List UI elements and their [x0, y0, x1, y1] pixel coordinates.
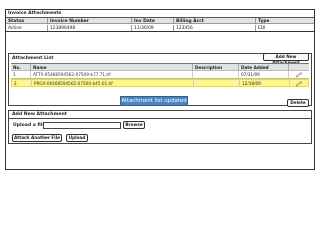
column-actions: [289, 64, 309, 70]
attachment-name-link[interactable]: PRGX-06468594562-07500-$45.01.tif: [32, 80, 194, 86]
billing-acct-value: 123456: [174, 25, 256, 31]
invoice-header-columns: Status Invoice Number Inv Date Billing A…: [6, 17, 314, 24]
table-row-selected[interactable]: 2 PRGX-06468594562-07500-$45.01.tif 12/1…: [11, 79, 309, 87]
edit-attachment-button[interactable]: [290, 80, 308, 87]
row-no: 2: [12, 80, 32, 86]
attachment-list-title: Attachment List: [12, 56, 54, 61]
browse-button[interactable]: Browse: [123, 121, 145, 129]
attachment-list-updated-toast: Attachment list updated: [120, 96, 188, 106]
status-value: Active: [6, 25, 48, 31]
invoice-number-value: 123896498: [48, 25, 132, 31]
row-date-added: 07/31/09: [239, 71, 289, 78]
edit-attachment-button[interactable]: [289, 71, 309, 78]
window-title: Invoice Attachments: [8, 11, 62, 16]
column-inv-date: Inv Date: [132, 18, 174, 24]
table-row[interactable]: 1 ATTX-05468594562-07509-$77.71.tif 07/3…: [11, 71, 309, 79]
invoice-header-values: Active 123896498 11/30/09 123456 EDI: [6, 25, 314, 32]
attachment-name-link[interactable]: ATTX-05468594562-07509-$77.71.tif: [31, 71, 193, 78]
column-description: Description: [193, 64, 239, 70]
row-description: [194, 80, 240, 86]
column-billing-acct: Billing Acct: [174, 18, 256, 24]
type-value: EDI: [258, 26, 266, 31]
column-date-added: Date Added: [239, 64, 289, 70]
column-status: Status: [6, 18, 48, 24]
invoice-attachments-window: Invoice Attachments Status Invoice Numbe…: [5, 9, 315, 170]
pencil-icon: [295, 81, 303, 87]
column-invoice-number: Invoice Number: [48, 18, 132, 24]
delete-button[interactable]: Delete: [287, 99, 309, 107]
add-new-attachment-panel: Add New Attachment Upload a file: Browse…: [8, 110, 312, 144]
pencil-icon: [295, 72, 303, 78]
file-path-input[interactable]: [43, 122, 121, 129]
attachment-table: No. Name Description Date Added 1 ATTX-0…: [11, 63, 309, 87]
row-description: [193, 71, 239, 78]
row-no: 1: [11, 71, 31, 78]
column-no: No.: [11, 64, 31, 70]
add-new-attachment-title: Add New Attachment: [12, 112, 67, 117]
column-type: Type: [258, 19, 270, 24]
attach-another-file-button[interactable]: Attach Another File: [12, 134, 62, 142]
upload-button[interactable]: Upload: [66, 134, 88, 142]
column-name: Name: [31, 64, 193, 70]
divider: [9, 118, 311, 119]
inv-date-value: 11/30/09: [132, 25, 174, 31]
add-new-attachment-button[interactable]: Add New Attachment: [263, 53, 309, 65]
attachment-table-header: No. Name Description Date Added: [11, 63, 309, 71]
row-date-added: 12/18/09: [240, 80, 290, 86]
